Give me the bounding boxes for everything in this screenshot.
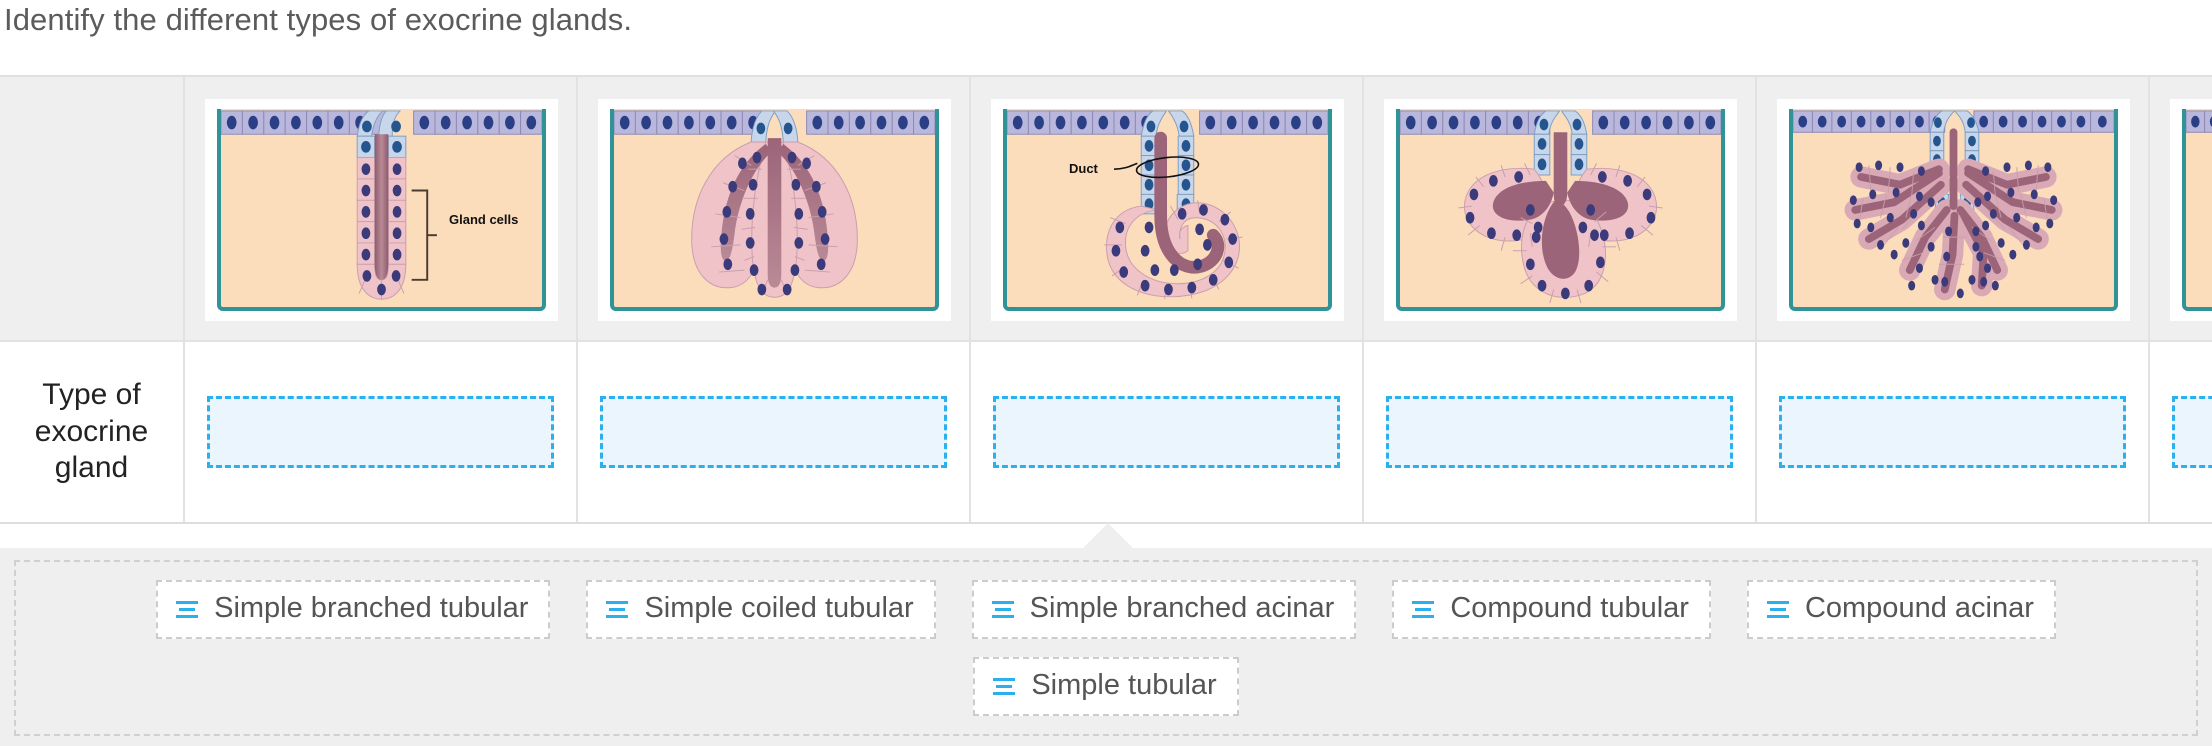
answer-bank-dropzone[interactable]: Simple branched tubular Simple coiled tu… xyxy=(14,560,2198,736)
answer-chip-simple-branched-tubular[interactable]: Simple branched tubular xyxy=(156,580,551,639)
header-cell-empty xyxy=(0,77,185,340)
dropzone-4[interactable] xyxy=(1386,396,1733,468)
answer-chip-label: Simple branched tubular xyxy=(214,592,529,624)
answer-cell-1 xyxy=(185,342,578,522)
row-label-text: Type of exocrine gland xyxy=(34,378,149,485)
gland-matching-table: Gland cells Duct Type of exocrine gland xyxy=(0,75,2212,524)
answer-cell-3 xyxy=(971,342,1364,522)
answer-chip-label: Compound acinar xyxy=(1804,592,2034,624)
diagram-cell-4 xyxy=(1364,77,1757,340)
drag-handle-icon xyxy=(993,676,1016,696)
simple-branched-tubular-gland-diagram xyxy=(610,109,939,311)
simple-coiled-tubular-gland-diagram: Duct xyxy=(1003,109,1332,311)
diagram-cell-1: Gland cells xyxy=(185,77,578,340)
row-header-type-of-exocrine-gland: Type of exocrine gland xyxy=(0,342,185,522)
simple-branched-acinar-gland-diagram xyxy=(1396,109,1725,311)
table-row-images: Gland cells Duct xyxy=(0,77,2212,342)
diagram-frame-4 xyxy=(1384,99,1737,321)
drag-handle-icon xyxy=(991,599,1014,619)
answer-cell-4 xyxy=(1364,342,1757,522)
gland-cells-label: Gland cells xyxy=(449,212,519,227)
diagram-frame-6 xyxy=(2170,99,2212,321)
answer-cell-6 xyxy=(2150,342,2212,522)
answer-cell-2 xyxy=(578,342,971,522)
dropzone-1[interactable] xyxy=(207,396,554,468)
diagram-cell-5 xyxy=(1757,77,2150,340)
answer-cell-5 xyxy=(1757,342,2150,522)
answer-chip-simple-coiled-tubular[interactable]: Simple coiled tubular xyxy=(586,580,936,639)
exercise-page: Identify the different types of exocrine… xyxy=(0,0,2212,746)
answer-bank-row-1: Simple branched tubular Simple coiled tu… xyxy=(16,580,2196,639)
answer-chip-simple-tubular[interactable]: Simple tubular xyxy=(973,657,1239,716)
diagram-cell-2 xyxy=(578,77,971,340)
compound-acinar-gland-diagram-partial xyxy=(2182,109,2212,311)
answer-chip-label: Compound tubular xyxy=(1450,592,1689,624)
simple-tubular-gland-diagram: Gland cells xyxy=(217,109,546,311)
dropzone-6[interactable] xyxy=(2172,396,2212,468)
drag-handle-icon xyxy=(606,599,629,619)
drag-handle-icon xyxy=(1766,599,1789,619)
diagram-frame-5 xyxy=(1777,99,2130,321)
diagram-cell-3: Duct xyxy=(971,77,1364,340)
table-row-answers: Type of exocrine gland xyxy=(0,342,2212,522)
answer-bank-row-2: Simple tubular xyxy=(16,657,2196,716)
dropzone-5[interactable] xyxy=(1779,396,2126,468)
answer-chip-compound-tubular[interactable]: Compound tubular xyxy=(1392,580,1711,639)
tray-caret-icon xyxy=(1082,523,1134,549)
diagram-frame-1: Gland cells xyxy=(205,99,558,321)
duct-label: Duct xyxy=(1069,161,1098,176)
diagram-frame-2 xyxy=(598,99,951,321)
dropzone-3[interactable] xyxy=(993,396,1340,468)
answer-chip-compound-acinar[interactable]: Compound acinar xyxy=(1746,580,2056,639)
compound-tubular-gland-diagram xyxy=(1789,109,2118,311)
diagram-cell-6 xyxy=(2150,77,2212,340)
drag-handle-icon xyxy=(176,599,199,619)
drag-handle-icon xyxy=(1412,599,1435,619)
answer-chip-label: Simple branched acinar xyxy=(1029,592,1335,624)
answer-chip-label: Simple tubular xyxy=(1031,669,1217,701)
page-title: Identify the different types of exocrine… xyxy=(4,2,633,37)
dropzone-2[interactable] xyxy=(600,396,947,468)
answer-chip-label: Simple coiled tubular xyxy=(644,592,914,624)
answer-chip-simple-branched-acinar[interactable]: Simple branched acinar xyxy=(971,580,1357,639)
diagram-frame-3: Duct xyxy=(991,99,1344,321)
answer-bank-tray: Simple branched tubular Simple coiled tu… xyxy=(0,548,2212,746)
